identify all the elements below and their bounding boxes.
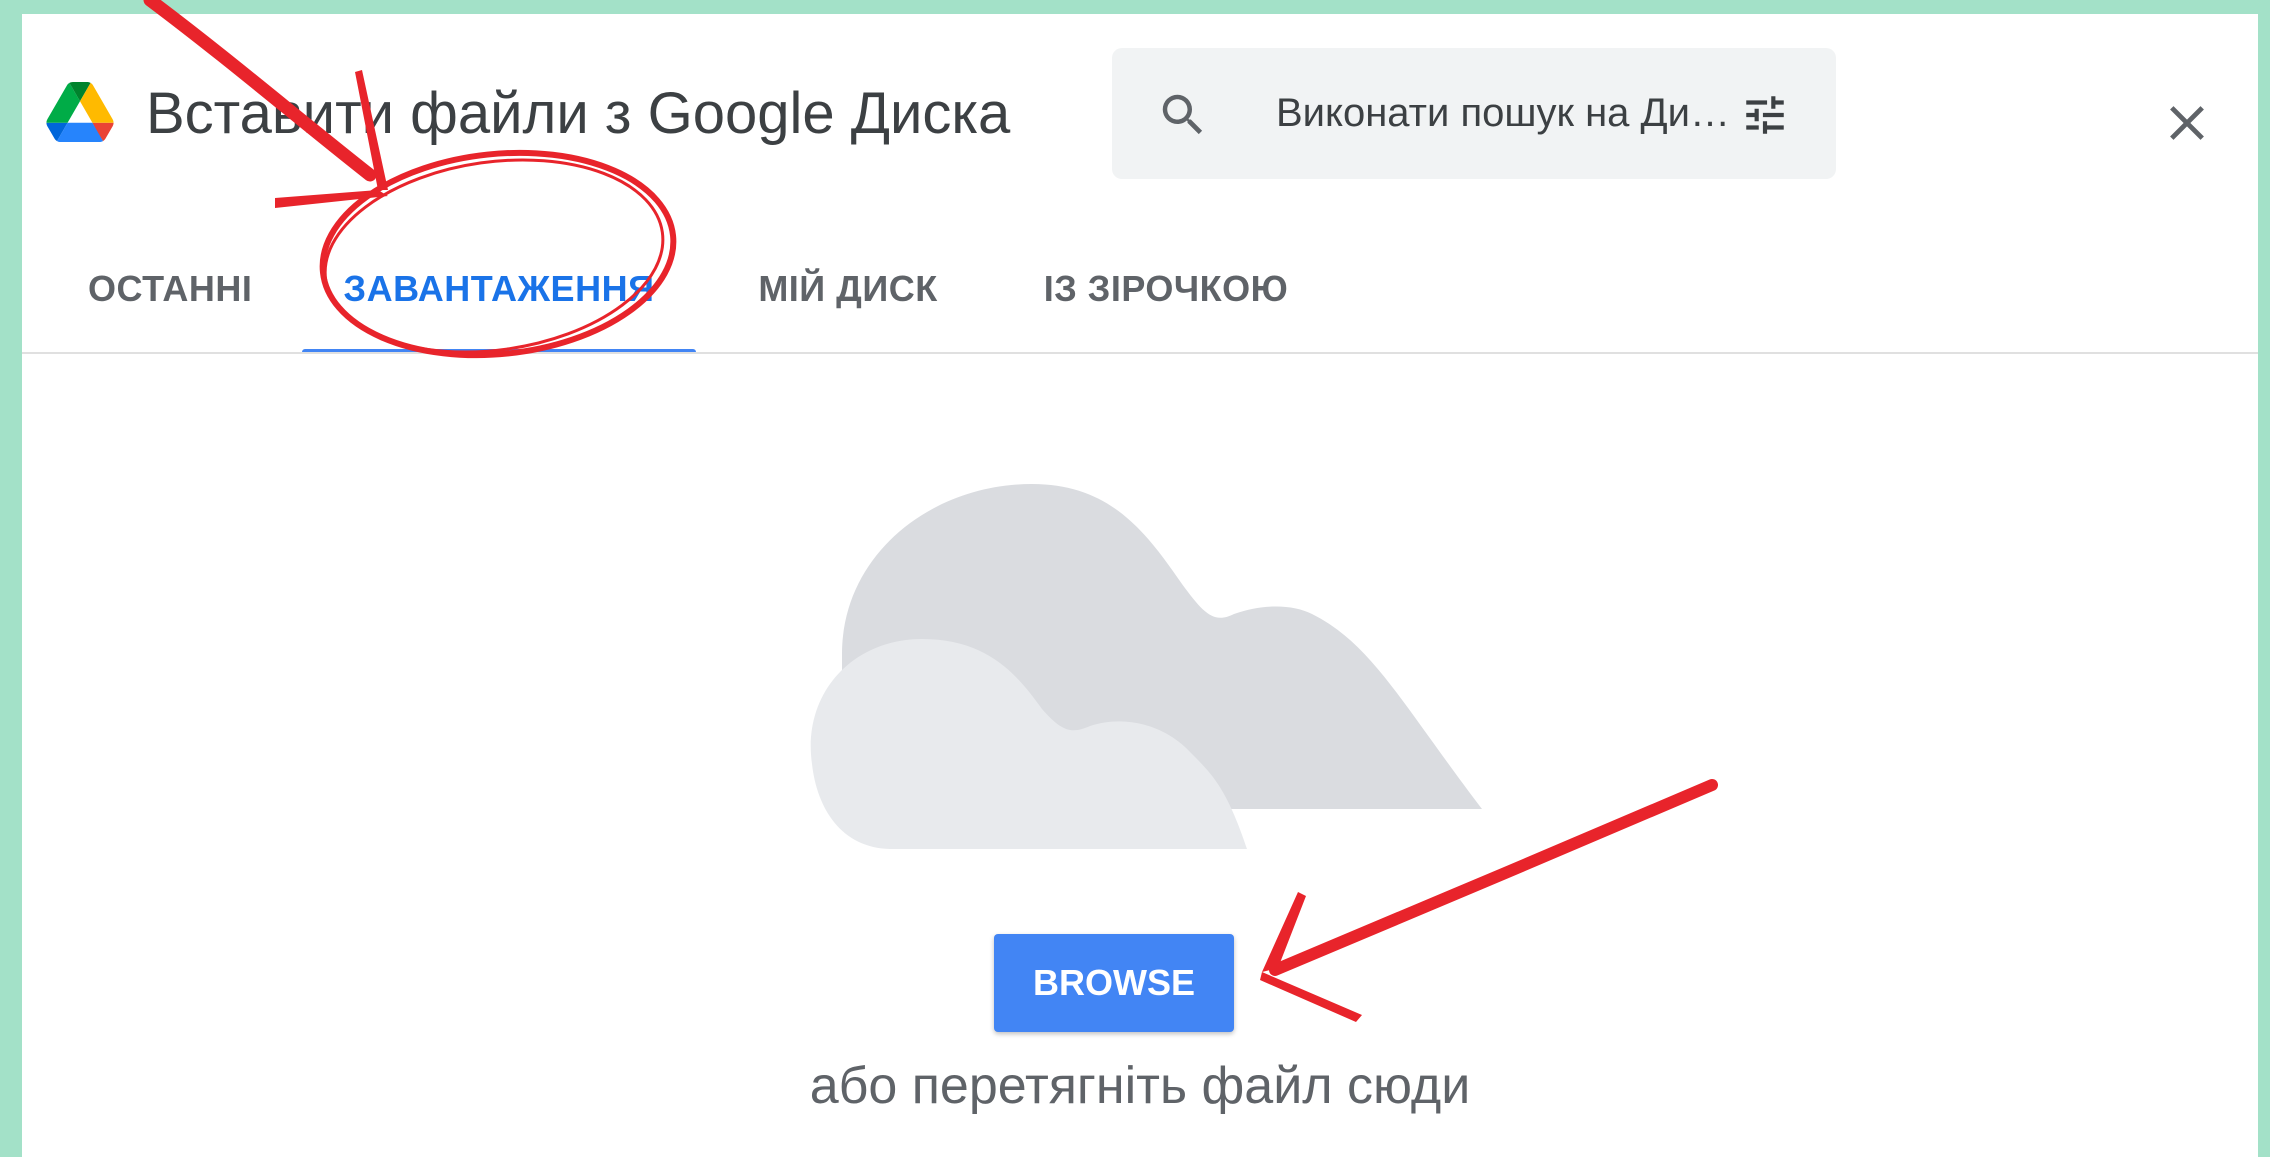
tab-starred[interactable]: ІЗ ЗІРОЧКОЮ: [1032, 244, 1300, 352]
tabs-divider: [22, 352, 2258, 354]
drop-hint-text: або перетягніть файл сюди: [809, 1057, 1471, 1115]
tune-icon[interactable]: [1738, 90, 1792, 140]
browse-button[interactable]: BROWSE: [994, 934, 1234, 1032]
tab-recent[interactable]: ОСТАННІ: [88, 244, 252, 352]
dialog-title: Вставити файли з Google Диска: [146, 81, 1011, 146]
search-box[interactable]: [1112, 48, 1836, 179]
tab-uploads[interactable]: ЗАВАНТАЖЕННЯ: [302, 244, 696, 354]
search-input[interactable]: [1274, 82, 1758, 144]
tab-my-drive[interactable]: МІЙ ДИСК: [742, 244, 954, 352]
close-icon[interactable]: [2158, 94, 2216, 152]
cloud-illustration-icon: [810, 484, 1482, 849]
search-icon[interactable]: [1156, 88, 1210, 142]
tab-bar: ОСТАННІ ЗАВАНТАЖЕННЯ МІЙ ДИСК ІЗ ЗІРОЧКО…: [22, 244, 2258, 354]
google-drive-logo-icon: [46, 82, 114, 142]
upload-dialog: Вставити файли з Google Диска ОСТАННІ ЗА…: [22, 14, 2258, 1157]
